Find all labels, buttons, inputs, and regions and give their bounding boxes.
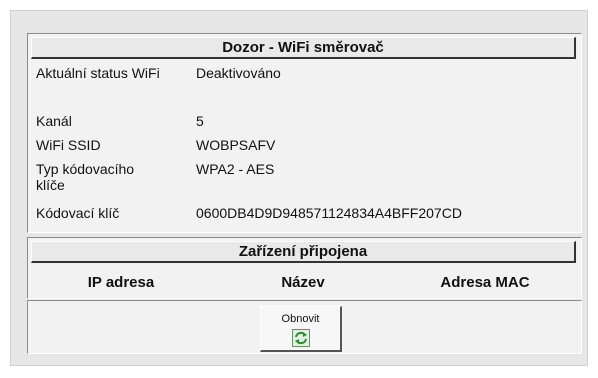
- refresh-icon: [291, 329, 310, 347]
- status-label: Aktuální status WiFi: [36, 65, 160, 81]
- connected-devices-title: Zařízení připojena: [31, 241, 576, 263]
- actions-section: Obnovit: [27, 300, 582, 354]
- channel-value: 5: [196, 113, 204, 129]
- ssid-value: WOBPSAFV: [196, 137, 276, 153]
- encryption-key-label: Kódovací klíč: [36, 205, 120, 221]
- wifi-monitor-title: Dozor - WiFi směrovač: [31, 37, 576, 59]
- column-header-ip: IP adresa: [87, 274, 155, 291]
- column-header-name: Název: [281, 274, 325, 291]
- connected-devices-section: Zařízení připojena IP adresa Název Adres…: [27, 237, 582, 299]
- ssid-label: WiFi SSID: [36, 137, 101, 153]
- channel-label: Kanál: [36, 113, 72, 129]
- status-value: Deaktivováno: [196, 65, 281, 81]
- key-type-value: WPA2 - AES: [196, 161, 275, 177]
- wifi-status-section: Dozor - WiFi směrovač Aktuální status Wi…: [27, 33, 582, 233]
- refresh-button[interactable]: Obnovit: [260, 306, 342, 352]
- refresh-button-label: Obnovit: [281, 313, 320, 325]
- column-header-mac: Adresa MAC: [440, 274, 530, 291]
- page-background: Dozor - WiFi směrovač Aktuální status Wi…: [0, 0, 598, 378]
- key-type-label: Typ kódovacího klíče: [36, 161, 135, 193]
- encryption-key-value: 0600DB4D9D948571124834A4BFF207CD: [196, 205, 462, 221]
